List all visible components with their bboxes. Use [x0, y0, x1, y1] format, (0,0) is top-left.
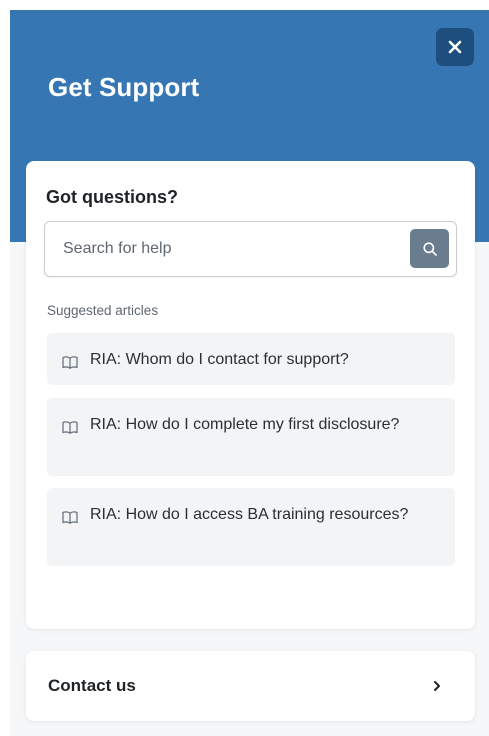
help-card: Got questions? Suggested articles RIA: W… [26, 161, 475, 629]
help-card-title: Got questions? [46, 187, 178, 207]
search-box [44, 221, 457, 277]
page-title: Get Support [48, 72, 200, 102]
close-icon [448, 40, 462, 54]
article-item[interactable]: RIA: How do I complete my first disclosu… [47, 398, 455, 476]
article-title: RIA: How do I complete my first disclosu… [90, 416, 400, 433]
contact-us-label: Contact us [48, 676, 136, 695]
search-input[interactable] [63, 222, 393, 276]
article-title: RIA: Whom do I contact for support? [90, 351, 349, 368]
search-button[interactable] [410, 229, 449, 268]
article-item[interactable]: RIA: How do I access BA training resourc… [47, 488, 455, 566]
book-icon [62, 356, 78, 369]
book-icon [62, 511, 78, 524]
article-title: RIA: How do I access BA training resourc… [90, 506, 409, 523]
support-widget: Get Support Got questions? Suggested art… [10, 10, 489, 736]
article-item[interactable]: RIA: Whom do I contact for support? [47, 333, 455, 385]
chevron-right-icon [434, 681, 440, 691]
suggested-articles-label: Suggested articles [47, 303, 159, 318]
search-icon [422, 241, 437, 256]
close-button[interactable] [436, 28, 474, 66]
book-icon [62, 421, 78, 434]
contact-us-button[interactable]: Contact us [26, 651, 475, 721]
